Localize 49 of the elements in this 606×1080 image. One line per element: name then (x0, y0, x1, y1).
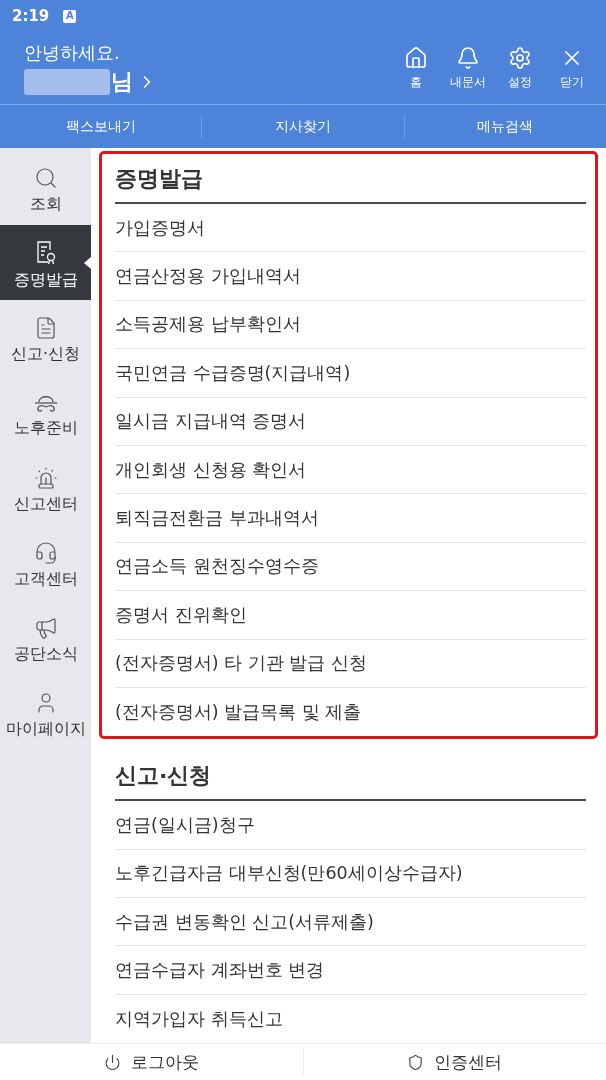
sidebar-item[interactable]: 노후준비 (0, 375, 91, 450)
name-suffix: 님 (111, 69, 133, 95)
menu-item[interactable]: 수급권 변동확인 신고(서류제출) (115, 898, 586, 947)
greeting-text: 안녕하세요. (24, 41, 121, 65)
home-icon (404, 46, 428, 70)
bell-icon (456, 46, 480, 70)
menu-item[interactable]: 가입증명서 (115, 204, 586, 253)
sidebar-item[interactable]: 조회 (0, 150, 91, 225)
headset-icon (33, 541, 58, 565)
settings-button[interactable]: 설정 (500, 46, 540, 90)
section-title: 증명발급 (115, 154, 586, 204)
menu-item[interactable]: 연금(일시금)청구 (115, 801, 586, 850)
menu-item[interactable]: 연금소득 원천징수영수증 (115, 542, 586, 592)
bell-button[interactable]: 내문서 (448, 46, 488, 90)
menu-item[interactable]: 일시금 지급내역 증명서 (115, 397, 586, 446)
menu-item[interactable]: 증명서 진위확인 (115, 591, 586, 640)
home-button[interactable]: 홈 (396, 46, 436, 90)
menu-item[interactable]: 연금수급자 계좌번호 변경 (115, 946, 586, 995)
selection-pointer-icon (84, 256, 91, 269)
menu-item[interactable]: 지역가입자 취득신고 (115, 994, 586, 1043)
quick-menu-button[interactable]: 지사찾기 (201, 115, 404, 138)
shield-icon (407, 1053, 425, 1071)
menu-item[interactable]: 개인회생 신청용 확인서 (115, 445, 586, 495)
quick-menu-button[interactable]: 메뉴검색 (403, 115, 606, 138)
siren-icon (33, 466, 58, 490)
notification-badge: A (63, 9, 77, 23)
logout-button[interactable]: 로그아웃 (0, 1047, 303, 1077)
section-title: 신고·신청 (115, 751, 586, 802)
power-icon (103, 1053, 121, 1071)
sidebar-item[interactable]: 마이페이지 (0, 675, 91, 750)
menu-item[interactable]: 퇴직금전환금 부과내역서 (115, 494, 586, 543)
sidebar-item[interactable]: 신고·신청 (0, 300, 91, 375)
menu-item[interactable]: (전자증명서) 타 기관 발급 신청 (115, 639, 586, 688)
menu-item[interactable]: (전자증명서) 발급목록 및 제출 (115, 687, 586, 737)
sidebar-item[interactable]: 신고센터 (0, 450, 91, 525)
menu-item[interactable]: 연금산정용 가입내역서 (115, 252, 586, 301)
sidebar-item[interactable]: 증명발급 (0, 225, 91, 300)
quick-menu-button[interactable]: 팩스보내기 (0, 115, 202, 138)
search-icon (33, 166, 58, 190)
menu-item[interactable]: 소득공제용 납부확인서 (115, 300, 586, 350)
menu-item[interactable]: 노후긴급자금 대부신청(만60세이상수급자) (115, 849, 586, 899)
sidebar-item[interactable]: 공단소식 (0, 600, 91, 675)
megaphone-icon (33, 616, 58, 640)
menu-item[interactable]: 국민연금 수급증명(지급내역) (115, 349, 586, 398)
certificate-center-button[interactable]: 인증센터 (302, 1047, 606, 1077)
sidebar-item[interactable]: 고객센터 (0, 525, 91, 600)
close-button[interactable]: 닫기 (552, 46, 592, 90)
settings-icon (508, 46, 532, 70)
status-time: 2:19 (12, 7, 50, 25)
